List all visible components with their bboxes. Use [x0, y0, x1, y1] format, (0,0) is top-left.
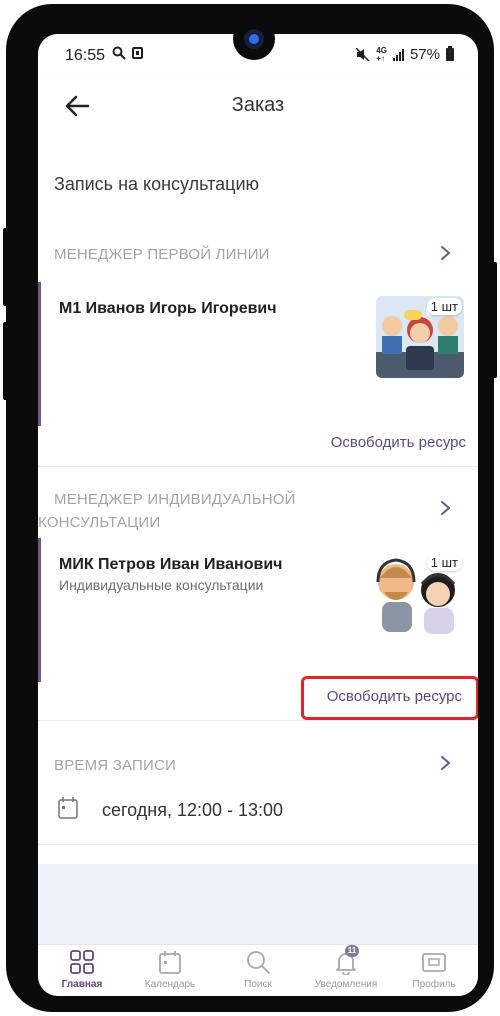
nav-item-calendar[interactable]: Календарь	[126, 945, 214, 996]
section-divider	[38, 720, 478, 721]
calendar-icon	[159, 951, 181, 974]
notification-count-badge: 11	[345, 945, 359, 957]
nav-label: Поиск	[244, 979, 272, 990]
accent-bar	[38, 538, 41, 682]
grid-icon	[70, 950, 94, 974]
network-4g-icon: 4G +↑	[376, 46, 387, 63]
page-subtitle: Запись на консультацию	[54, 174, 260, 194]
network-activity: +↑	[376, 53, 385, 63]
status-left-icons	[112, 46, 143, 60]
section-header-individual-line1: МЕНЕДЖЕР ИНДИВИДУАЛЬНОЙ	[54, 491, 296, 508]
nav-label: Уведомления	[314, 979, 378, 990]
section-divider	[38, 844, 478, 845]
battery-percent: 57%	[409, 46, 440, 63]
app-bar: Заказ	[38, 78, 478, 134]
accent-bar	[38, 282, 41, 426]
section-divider	[38, 466, 478, 467]
bottom-navigation: Главная Календарь Поиск 11 Уведомления П…	[38, 944, 478, 996]
person-name: МИК Петров Иван Иванович	[59, 556, 283, 573]
section-header-time: ВРЕМЯ ЗАПИСИ	[54, 757, 176, 774]
person-name: М1 Иванов Игорь Игоревич	[59, 300, 277, 317]
phone-frame: 16:55 4G +↑ 57% Заказ Запись на консульт…	[6, 4, 494, 1012]
person-description: Индивидуальные консультации	[59, 577, 264, 593]
nav-item-search[interactable]: Поиск	[214, 945, 302, 996]
chevron-right-icon[interactable]	[438, 756, 452, 770]
calendar-icon	[58, 797, 78, 819]
release-resource-link[interactable]: Освободить ресурс	[331, 434, 466, 451]
phone-screen: 16:55 4G +↑ 57% Заказ Запись на консульт…	[38, 34, 478, 996]
content-footer-area	[38, 864, 478, 944]
nav-label: Главная	[61, 979, 103, 990]
mute-icon	[356, 48, 370, 61]
battery-icon	[446, 46, 454, 61]
nav-item-profile[interactable]: Профиль	[390, 945, 478, 996]
search-icon	[247, 951, 270, 974]
section-header-first-line: МЕНЕДЖЕР ПЕРВОЙ ЛИНИИ	[54, 246, 270, 263]
nav-item-home[interactable]: Главная	[38, 945, 126, 996]
page-title: Заказ	[231, 94, 285, 116]
resource-thumbnail: 1 шт	[376, 552, 464, 634]
app-status-icon	[132, 47, 143, 59]
status-right-icons: 4G +↑ 57%	[356, 46, 454, 63]
release-resource-link[interactable]: Освободить ресурс	[327, 688, 462, 705]
quantity-badge: 1 шт	[426, 554, 462, 571]
front-camera	[233, 18, 275, 60]
chevron-right-icon[interactable]	[438, 246, 452, 260]
nav-item-notifications[interactable]: 11 Уведомления	[302, 945, 390, 996]
search-status-icon	[112, 46, 126, 60]
status-time: 16:55	[65, 47, 106, 64]
nav-label: Профиль	[412, 979, 456, 990]
resource-thumbnail: 1 шт	[376, 296, 464, 378]
profile-card-icon	[422, 953, 446, 972]
quantity-badge: 1 шт	[426, 298, 462, 315]
appointment-time-value: сегодня, 12:00 - 13:00	[102, 800, 284, 820]
chevron-right-icon[interactable]	[438, 501, 452, 515]
section-header-individual-line2: КОНСУЛЬТАЦИИ	[38, 514, 161, 531]
nav-label: Календарь	[144, 979, 196, 990]
order-content: Запись на консультацию МЕНЕДЖЕР ПЕРВОЙ Л…	[38, 134, 478, 864]
signal-icon	[392, 48, 404, 61]
